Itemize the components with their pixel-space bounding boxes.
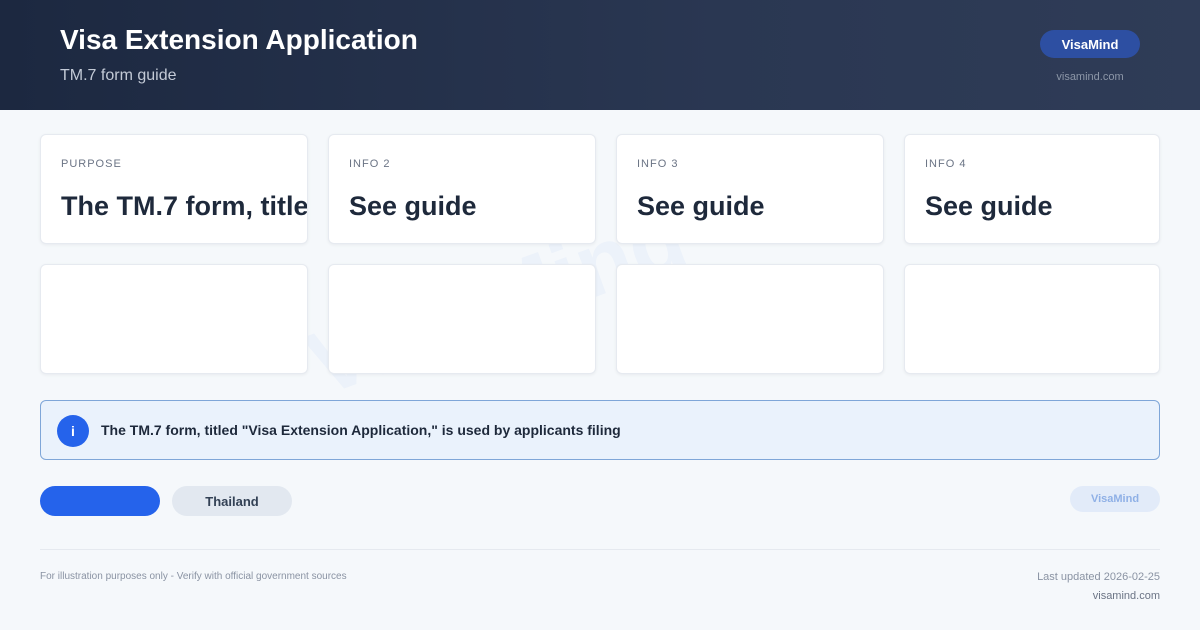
card-label: PURPOSE xyxy=(61,158,122,170)
page-subtitle: TM.7 form guide xyxy=(60,67,177,84)
footer-domain-link[interactable]: visamind.com xyxy=(1093,590,1160,602)
card-value: See guide xyxy=(637,191,765,221)
empty-card xyxy=(616,264,884,374)
page-title: Visa Extension Application xyxy=(60,24,418,55)
card-label: INFO 2 xyxy=(349,158,391,170)
info-card-2: INFO 2 See guide xyxy=(328,134,596,244)
footer-divider xyxy=(40,549,1160,550)
footer-disclaimer: For illustration purposes only - Verify … xyxy=(40,571,347,582)
info-icon: i xyxy=(57,415,89,447)
header-banner: Visa Extension Application TM.7 form gui… xyxy=(0,0,1200,110)
empty-card xyxy=(904,264,1160,374)
info-text: The TM.7 form, titled "Visa Extension Ap… xyxy=(101,422,621,438)
info-card-3: INFO 3 See guide xyxy=(616,134,884,244)
primary-action-button[interactable] xyxy=(40,486,160,516)
card-label: INFO 4 xyxy=(925,158,967,170)
brand-domain[interactable]: visamind.com xyxy=(1040,71,1140,83)
info-card-purpose: PURPOSE The TM.7 form, titled xyxy=(40,134,308,244)
card-value: See guide xyxy=(925,191,1053,221)
card-label: INFO 3 xyxy=(637,158,679,170)
brand-logo-pill[interactable]: VisaMind xyxy=(1040,30,1140,58)
info-card-4: INFO 4 See guide xyxy=(904,134,1160,244)
footer-last-updated: Last updated 2026-02-25 xyxy=(1037,571,1160,583)
brand-badge[interactable]: VisaMind xyxy=(1070,486,1160,512)
empty-card xyxy=(40,264,308,374)
country-tag-button[interactable]: Thailand xyxy=(172,486,292,516)
empty-card xyxy=(328,264,596,374)
card-value: The TM.7 form, titled xyxy=(61,191,308,221)
card-value: See guide xyxy=(349,191,477,221)
info-callout: i The TM.7 form, titled "Visa Extension … xyxy=(40,400,1160,460)
